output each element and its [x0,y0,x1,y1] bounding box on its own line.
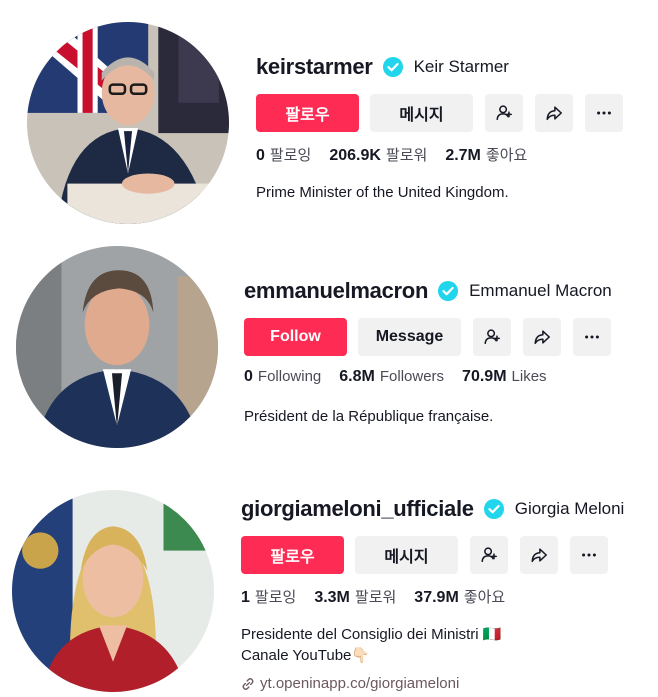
display-name: Keir Starmer [413,57,509,76]
display-name: Giorgia Meloni [514,499,625,518]
share-icon [546,106,562,121]
bio: Président de la République française. [244,406,612,427]
add-friend-button[interactable] [470,536,508,574]
likes-count: 2.7M 좋아요 [445,147,528,164]
link-icon [242,677,254,690]
avatar-emmanuelmacron[interactable] [16,246,218,448]
following-count[interactable]: 0 Following [244,368,321,386]
likes-count: 70.9M Likes [462,368,547,385]
message-button[interactable]: 메시지 [370,94,473,132]
profile-stats: 0 Following 6.8M Followers 70.9M Likes [244,368,612,394]
share-button[interactable] [520,536,558,574]
profile-link-text: yt.openinapp.co/giorgiameloni [260,675,460,692]
more-icon [597,111,611,115]
bio-line: Canale YouTube👇🏻 [241,647,371,664]
profile-link[interactable]: yt.openinapp.co/giorgiameloni [241,675,624,692]
message-button[interactable]: Message [358,318,461,356]
share-button[interactable] [523,318,561,356]
display-name: Emmanuel Macron [469,281,612,300]
avatar-photo [12,490,214,692]
profile-card-keirstarmer: keirstarmer Keir Starmer 팔로우 메시지 0 팔로잉 20… [0,0,658,230]
avatar-keirstarmer[interactable] [27,22,229,224]
avatar-giorgiameloni[interactable] [12,490,214,692]
follow-button[interactable]: 팔로우 [256,94,359,132]
add-friend-button[interactable] [473,318,511,356]
share-button[interactable] [535,94,573,132]
share-icon [531,548,547,563]
bio: Prime Minister of the United Kingdom. [256,182,623,203]
add-friend-button[interactable] [485,94,523,132]
likes-count: 37.9M 좋아요 [414,589,506,606]
add-friend-icon [484,329,500,345]
bio-line: Président de la République française. [244,408,494,425]
bio-line: Prime Minister of the United Kingdom. [256,184,509,201]
verified-badge-icon [382,57,403,77]
more-icon [585,335,599,339]
follow-button[interactable]: 팔로우 [241,536,344,574]
more-icon [582,553,596,557]
profile-stats: 0 팔로잉 206.9K 팔로워 2.7M 좋아요 [256,144,623,170]
following-count[interactable]: 1 팔로잉 [241,586,296,607]
profile-stats: 1 팔로잉 3.3M 팔로워 37.9M 좋아요 [241,586,624,612]
verified-badge-icon [438,281,459,301]
more-options-button[interactable] [585,94,623,132]
username: giorgiameloni_ufficiale [241,496,474,521]
avatar-photo [27,22,229,224]
followers-count[interactable]: 206.9K 팔로워 [329,144,427,165]
verified-badge-icon [483,499,504,519]
more-options-button[interactable] [573,318,611,356]
bio-line: Presidente del Consiglio dei Ministri 🇮🇹 [241,626,502,643]
username: keirstarmer [256,54,373,79]
following-count[interactable]: 0 팔로잉 [256,144,311,165]
add-friend-icon [481,547,497,563]
profile-card-giorgiameloni: giorgiameloni_ufficiale Giorgia Meloni 팔… [0,470,658,697]
message-button[interactable]: 메시지 [355,536,458,574]
share-icon [534,330,550,345]
profile-card-emmanuelmacron: emmanuelmacron Emmanuel Macron Follow Me… [0,230,658,470]
add-friend-icon [496,105,512,121]
follow-button[interactable]: Follow [244,318,347,356]
followers-count[interactable]: 3.3M 팔로워 [314,586,396,607]
avatar-photo [16,246,218,448]
followers-count[interactable]: 6.8M Followers [339,368,444,386]
more-options-button[interactable] [570,536,608,574]
bio: Presidente del Consiglio dei Ministri 🇮🇹… [241,624,624,666]
username: emmanuelmacron [244,278,429,303]
